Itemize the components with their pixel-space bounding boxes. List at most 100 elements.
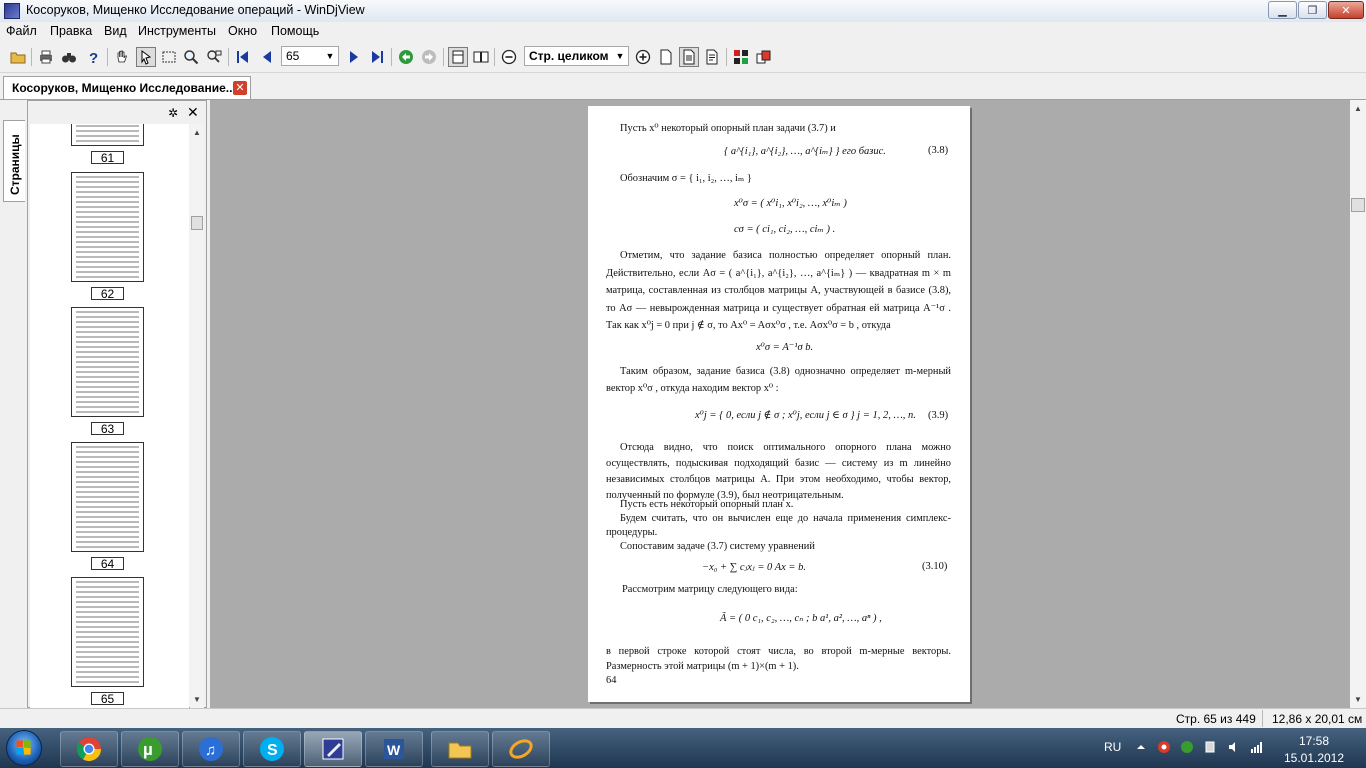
- thumbnails-list[interactable]: 61 62 63 64 65: [30, 124, 189, 708]
- last-page-icon: [372, 51, 383, 63]
- taskbar-skype[interactable]: S: [243, 731, 301, 767]
- go-forward-button[interactable]: [419, 47, 439, 67]
- page-text-line: Рассмотрим матрицу следующего вида:: [622, 584, 798, 595]
- scroll-up-icon[interactable]: ▲: [193, 128, 201, 137]
- open-button[interactable]: [8, 47, 28, 67]
- next-page-icon: [350, 51, 358, 63]
- language-indicator[interactable]: RU: [1104, 740, 1121, 754]
- usb-device-icon[interactable]: [1203, 740, 1217, 754]
- go-back-button[interactable]: [396, 47, 416, 67]
- menu-window[interactable]: Окно: [228, 24, 257, 38]
- toolbar-separator: [107, 48, 108, 66]
- rotate-button[interactable]: [754, 47, 774, 67]
- taskbar-utorrent[interactable]: µ: [121, 731, 179, 767]
- text-select-cursor-icon: [141, 50, 152, 65]
- scroll-down-icon[interactable]: ▼: [1354, 695, 1362, 704]
- menu-tools[interactable]: Инструменты: [138, 24, 216, 38]
- display-mode-button[interactable]: [731, 47, 751, 67]
- taskbar-word[interactable]: W: [365, 731, 423, 767]
- show-hidden-icons-icon[interactable]: [1134, 740, 1148, 754]
- taskbar-windjview[interactable]: [304, 731, 362, 767]
- toolbar-separator: [494, 48, 495, 66]
- menu-view[interactable]: Вид: [104, 24, 127, 38]
- last-page-button[interactable]: [367, 47, 387, 67]
- minimize-button[interactable]: ▁: [1268, 1, 1297, 19]
- start-button[interactable]: [6, 730, 42, 766]
- zoom-rect-icon: [207, 50, 222, 63]
- zoom-out-icon: [501, 49, 517, 65]
- windjview-icon: [322, 738, 344, 760]
- document-scrollbar-thumb[interactable]: [1351, 198, 1365, 212]
- actual-size-button[interactable]: [702, 47, 722, 67]
- layers-icon: [756, 50, 771, 64]
- close-icon: ✕: [1341, 4, 1351, 17]
- minimize-icon: ▁: [1278, 4, 1287, 17]
- volume-icon[interactable]: [1227, 740, 1241, 754]
- menu-help[interactable]: Помощь: [271, 24, 319, 38]
- zoom-combo[interactable]: Стр. целиком ▼: [524, 46, 629, 66]
- back-circle-icon: [399, 50, 413, 64]
- page-thumbnail[interactable]: [71, 124, 144, 146]
- taskbar-messenger[interactable]: [492, 731, 550, 767]
- scroll-down-icon[interactable]: ▼: [193, 695, 201, 704]
- pages-sidebar-tab[interactable]: Страницы: [3, 120, 25, 202]
- gear-icon[interactable]: ✲: [168, 106, 178, 120]
- rect-select-button[interactable]: [159, 47, 179, 67]
- next-page-button[interactable]: [344, 47, 364, 67]
- print-button[interactable]: [36, 47, 56, 67]
- fit-page-button[interactable]: [679, 47, 699, 67]
- thumbnail-label[interactable]: 62: [91, 287, 124, 300]
- chevron-down-icon: ▼: [325, 51, 335, 61]
- first-page-button[interactable]: [233, 47, 253, 67]
- page-thumbnail[interactable]: [71, 442, 144, 552]
- document-tab[interactable]: Косоруков, Мищенко Исследование... ✕: [3, 76, 251, 99]
- close-window-button[interactable]: ✕: [1328, 1, 1364, 19]
- restore-button[interactable]: ❐: [1298, 1, 1327, 19]
- pages-scrollbar[interactable]: ▲ ▼: [190, 124, 204, 708]
- page-thumbnail[interactable]: [71, 307, 144, 417]
- zoom-rect-button[interactable]: [204, 47, 224, 67]
- zoom-in-button[interactable]: [633, 47, 653, 67]
- thumbnail-label[interactable]: 63: [91, 422, 124, 435]
- network-icon[interactable]: [1250, 740, 1264, 754]
- svg-text:S: S: [267, 742, 278, 759]
- antivirus-icon[interactable]: [1157, 740, 1171, 754]
- page-number-combo[interactable]: 65 ▼: [281, 46, 339, 66]
- taskbar-chrome[interactable]: [60, 731, 118, 767]
- close-icon[interactable]: ✕: [187, 104, 199, 121]
- zoom-tool-button[interactable]: [181, 47, 201, 67]
- menu-bar: Файл Правка Вид Инструменты Окно Помощь: [0, 22, 1366, 42]
- thumbnail-label[interactable]: 64: [91, 557, 124, 570]
- restore-icon: ❐: [1307, 4, 1318, 17]
- hand-tool-button[interactable]: [112, 47, 132, 67]
- menu-file[interactable]: Файл: [6, 24, 37, 38]
- taskbar-explorer[interactable]: [431, 731, 489, 767]
- page-text-line: Пусть x⁰ некоторый опорный план задачи (…: [620, 123, 836, 134]
- scroll-up-icon[interactable]: ▲: [1354, 104, 1362, 113]
- page-text-icon: [683, 49, 695, 65]
- clock-time[interactable]: 17:58: [1284, 734, 1344, 748]
- two-page-layout-button[interactable]: [471, 47, 491, 67]
- taskbar-itunes[interactable]: ♫: [182, 731, 240, 767]
- help-button[interactable]: ?: [83, 47, 103, 67]
- zoom-out-button[interactable]: [499, 47, 519, 67]
- document-page[interactable]: Пусть x⁰ некоторый опорный план задачи (…: [588, 106, 970, 702]
- thumbnail-label[interactable]: 61: [91, 151, 124, 164]
- thumbnail-label[interactable]: 65: [91, 692, 124, 705]
- fit-width-button[interactable]: [656, 47, 676, 67]
- windjview-app-icon[interactable]: [4, 3, 20, 19]
- find-button[interactable]: [59, 47, 79, 67]
- previous-page-button[interactable]: [257, 47, 277, 67]
- toolbar-separator: [228, 48, 229, 66]
- pages-scrollbar-thumb[interactable]: [191, 216, 203, 230]
- select-tool-button[interactable]: [136, 47, 156, 67]
- single-page-layout-button[interactable]: [448, 47, 468, 67]
- close-tab-icon[interactable]: ✕: [233, 81, 247, 95]
- menu-edit[interactable]: Правка: [50, 24, 92, 38]
- page-thumbnail[interactable]: [71, 172, 144, 282]
- utorrent-tray-icon[interactable]: [1180, 740, 1194, 754]
- clock-date[interactable]: 15.01.2012: [1280, 751, 1348, 765]
- page-number-value: 65: [286, 49, 300, 63]
- page-thumbnail[interactable]: [71, 577, 144, 687]
- document-scrollbar[interactable]: ▲ ▼: [1350, 100, 1366, 708]
